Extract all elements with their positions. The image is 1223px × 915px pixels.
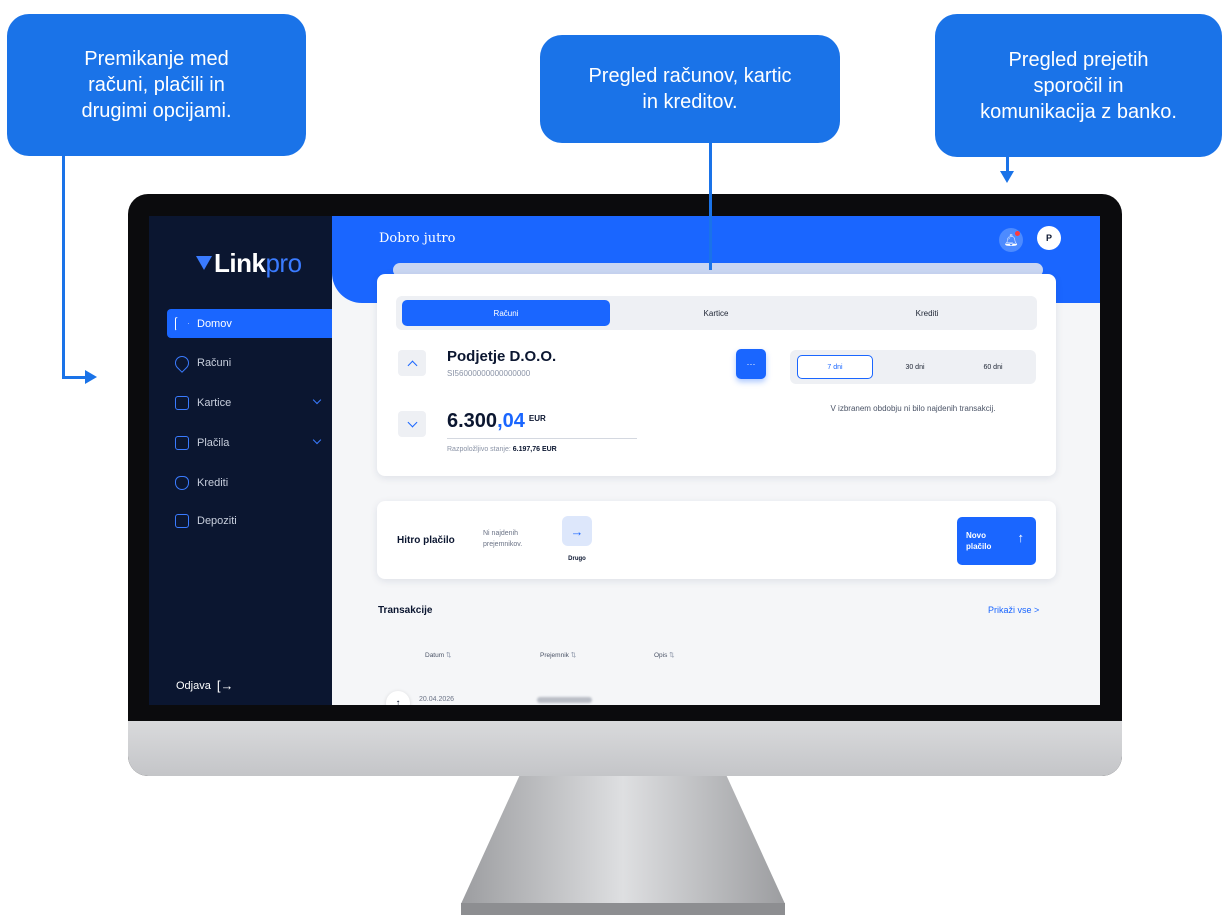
product-tabs: Računi Kartice Krediti: [396, 296, 1037, 330]
redacted-recipient: [537, 697, 592, 703]
other-recipient-label: Drugo: [568, 556, 586, 562]
column-header-description[interactable]: Opis: [654, 651, 675, 659]
more-options-button[interactable]: ···: [736, 349, 766, 379]
notifications-button[interactable]: 🔔︎: [999, 228, 1023, 252]
sidebar-item-label: Domov: [197, 317, 232, 330]
balance-currency: EUR: [528, 414, 546, 423]
connector-line: [62, 156, 65, 378]
chevron-down-icon: [407, 417, 417, 427]
new-payment-label-line: plačilo: [966, 542, 992, 551]
no-transactions-message: V izbranem obdobju ni bilo najdenih tran…: [830, 404, 996, 413]
app-logo[interactable]: Linkpro: [196, 248, 302, 279]
balance-integer: 6.300: [447, 410, 498, 432]
next-account-button[interactable]: [398, 411, 426, 437]
notification-dot: [1015, 231, 1020, 236]
logo-text: Link: [214, 248, 266, 278]
period-60-days[interactable]: 60 dni: [955, 355, 1031, 379]
sidebar-item-home[interactable]: Domov: [167, 309, 332, 338]
new-payment-button[interactable]: Novo plačilo ↑: [957, 517, 1036, 565]
home-icon: [175, 316, 189, 331]
callout-text: drugimi opcijami.: [81, 100, 232, 122]
arrow-right-icon: [85, 370, 97, 384]
new-payment-label-line: Novo: [966, 531, 986, 540]
outgoing-arrow-icon: ↑: [386, 691, 410, 705]
account-balance: 6.300,04 EUR: [447, 410, 546, 433]
quick-payment-card: Hitro plačilo Ni najdenih prejemnikov. →…: [377, 501, 1056, 579]
account-name: Podjetje D.O.O.: [447, 348, 557, 365]
sidebar-item-cards[interactable]: Kartice: [167, 388, 332, 417]
wallet-icon: [175, 435, 189, 450]
greeting: Dobro jutro: [379, 231, 456, 246]
monitor-stand-base: [461, 903, 785, 915]
sidebar-item-label: Plačila: [197, 436, 230, 449]
card-icon: [175, 395, 189, 410]
logo-triangle-icon: [196, 256, 212, 270]
period-selector: 7 dni 30 dni 60 dni: [790, 350, 1036, 384]
other-recipient-button[interactable]: →: [562, 516, 592, 546]
account-iban: SI56000000000000000: [447, 369, 531, 378]
tab-cards[interactable]: Kartice: [612, 300, 820, 326]
app-screen: Linkpro Domov Računi Kartice Plačila Kre…: [149, 216, 1100, 705]
callout-text: Premikanje med: [84, 48, 229, 70]
connector-line: [709, 143, 712, 270]
sidebar-item-label: Krediti: [197, 476, 229, 489]
callout-accounts-overview: Pregled računov, kartic in kreditov.: [540, 35, 840, 143]
sidebar-item-label: Kartice: [197, 396, 232, 409]
chevron-right-icon: >: [1034, 605, 1040, 615]
callout-text: sporočil in: [1033, 74, 1124, 97]
callout-text: komunikacija z banko.: [980, 100, 1177, 123]
new-payment-label: Novo plačilo: [966, 530, 991, 552]
connector-line: [1006, 157, 1009, 171]
callout-text: računi, plačili in: [88, 74, 225, 96]
arrow-down-icon: [1000, 171, 1014, 183]
period-7-days[interactable]: 7 dni: [797, 355, 873, 379]
safe-icon: [175, 513, 189, 528]
quick-payment-title: Hitro plačilo: [397, 535, 455, 546]
callout-text: in kreditov.: [642, 91, 738, 113]
available-label: Razpoložljivo stanje:: [447, 446, 511, 453]
arrow-up-icon: ↑: [1017, 530, 1025, 545]
callout-messages: Pregled prejetih sporočil in komunikacij…: [935, 14, 1222, 157]
monitor-chin: [128, 721, 1122, 776]
arrow-right-icon: →: [570, 523, 584, 539]
chevron-down-icon: [312, 395, 322, 405]
logout-button[interactable]: Odjava [→: [176, 678, 233, 693]
show-all-label: Prikaži vse: [988, 605, 1032, 615]
avatar[interactable]: P: [1037, 226, 1061, 250]
no-recipients-note: Ni najdenih prejemnikov.: [483, 530, 523, 548]
column-header-recipient[interactable]: Prejemnik: [540, 651, 576, 659]
show-all-link[interactable]: Prikaži vse >: [988, 605, 1039, 615]
tab-accounts[interactable]: Računi: [402, 300, 610, 326]
accounts-card: Računi Kartice Krediti Podjetje D.O.O. S…: [377, 274, 1056, 476]
sidebar-item-label: Depoziti: [197, 514, 237, 527]
callout-text: Pregled računov, kartic: [588, 65, 792, 87]
sidebar-item-payments[interactable]: Plačila: [167, 428, 332, 457]
sidebar-item-deposits[interactable]: Depoziti: [167, 506, 332, 535]
location-pin-icon: [172, 352, 192, 373]
available-balance: Razpoložljivo stanje: 6.197,76 EUR: [447, 446, 557, 453]
divider: [447, 438, 637, 439]
callout-text: Pregled prejetih: [1008, 48, 1149, 71]
sidebar-item-accounts[interactable]: Računi: [167, 348, 332, 377]
transactions-title: Transakcije: [378, 605, 433, 616]
logout-label: Odjava: [176, 679, 211, 692]
chevron-down-icon: [312, 435, 322, 445]
column-header-date[interactable]: Datum: [425, 651, 451, 659]
previous-account-button[interactable]: [398, 350, 426, 376]
callout-navigation: Premikanje med računi, plačili in drugim…: [7, 14, 306, 156]
period-30-days[interactable]: 30 dni: [877, 355, 953, 379]
logout-icon: [→: [216, 678, 234, 693]
sidebar: Linkpro Domov Računi Kartice Plačila Kre…: [149, 216, 332, 705]
sidebar-item-label: Računi: [197, 356, 232, 369]
logo-suffix: pro: [265, 248, 302, 278]
tab-loans[interactable]: Krediti: [823, 300, 1031, 326]
connector-line: [62, 376, 86, 379]
available-value: 6.197,76 EUR: [512, 446, 557, 453]
table-row-date: 20.04.2026: [419, 696, 455, 703]
chevron-up-icon: [407, 360, 417, 370]
sidebar-item-loans[interactable]: Krediti: [167, 468, 332, 497]
money-bag-icon: [175, 475, 189, 490]
monitor-stand: [461, 776, 785, 915]
balance-decimal: ,04: [497, 410, 525, 432]
